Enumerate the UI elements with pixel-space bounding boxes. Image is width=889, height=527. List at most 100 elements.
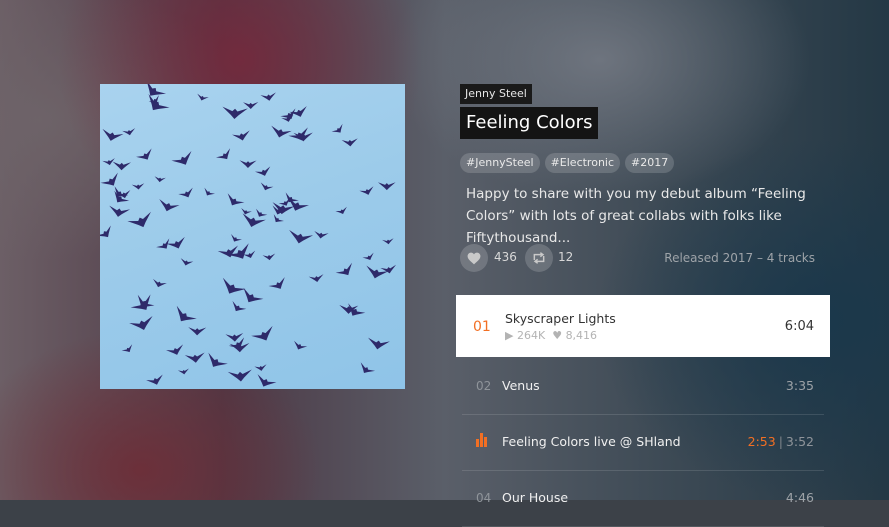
bird-shape [280, 108, 296, 120]
track-number: 02 [476, 379, 492, 393]
bird-shape [127, 211, 151, 228]
bird-shape [225, 332, 244, 342]
tag-list: #JennySteel #Electronic #2017 [460, 153, 675, 173]
bird-shape [184, 352, 205, 363]
bird-shape [362, 252, 374, 261]
bird-shape [268, 277, 285, 289]
bird-shape [217, 245, 238, 258]
plays-count: 264K [516, 329, 546, 342]
track-list: 01 Skyscraper Lights ▶ 264K ♥ 8,416 6:04… [456, 295, 830, 527]
bird-shape [137, 294, 155, 308]
bird-shape [121, 344, 133, 353]
bird-shape [208, 352, 228, 367]
bird-shape [377, 182, 396, 191]
track-duration: 2:53 | 3:52 [748, 434, 814, 449]
track-row[interactable]: Feeling Colors live @ SHland 2:53 | 3:52 [462, 415, 824, 471]
track-duration: 3:35 [785, 378, 814, 393]
track-meta: ▶ 264K ♥ 8,416 [505, 329, 597, 342]
bird-shape [131, 183, 145, 190]
bird-shape [112, 161, 132, 171]
track-duration: 6:04 [784, 319, 814, 334]
bird-shape [222, 106, 248, 119]
bird-shape [262, 253, 276, 261]
bird-shape [100, 172, 118, 186]
bird-shape [156, 238, 170, 249]
bird-shape [122, 128, 136, 136]
track-duration: 4:46 [785, 490, 814, 505]
time-separator: | [778, 434, 783, 449]
album-cover[interactable] [100, 84, 405, 389]
track-row[interactable]: 04 Our House 4:46 [462, 471, 824, 527]
bird-shape [335, 262, 353, 276]
bird-shape [366, 265, 389, 279]
bird-shape [100, 225, 111, 238]
bird-shape [289, 229, 314, 244]
bird-shape [256, 208, 268, 217]
bird-shape [314, 230, 329, 239]
bird-shape [136, 148, 152, 160]
track-row[interactable]: 02 Venus 3:35 [462, 359, 824, 415]
heart-icon [467, 252, 481, 264]
bird-shape [146, 374, 163, 385]
bird-shape [271, 125, 292, 138]
track-row[interactable]: 01 Skyscraper Lights ▶ 264K ♥ 8,416 6:04 [456, 295, 830, 357]
tag[interactable]: #Electronic [544, 153, 621, 173]
likes-count: 436 [494, 250, 517, 264]
track-position: 2:53 [747, 434, 776, 449]
bird-shape [254, 364, 267, 371]
bird-shape [129, 316, 153, 331]
repost-button[interactable] [525, 244, 553, 272]
bird-shape [239, 160, 257, 168]
bird-shape [153, 278, 167, 288]
bird-shape [368, 337, 390, 350]
bird-shape [243, 287, 264, 303]
track-total-duration: 3:52 [785, 434, 814, 449]
bird-shape [146, 84, 167, 96]
bird-shape [254, 166, 271, 176]
bird-shape [294, 340, 308, 350]
artist-label[interactable]: Jenny Steel [460, 84, 532, 104]
play-icon: ▶ [505, 329, 514, 342]
bird-shape [197, 93, 209, 101]
bird-shape [109, 205, 131, 217]
bird-shape [243, 102, 259, 109]
bird-shape [241, 207, 252, 215]
bird-shape [273, 214, 284, 223]
track-title: Feeling Colors live @ SHland [502, 434, 681, 449]
like-button[interactable] [460, 244, 488, 272]
bird-shape [227, 193, 245, 206]
bird-shape [171, 150, 192, 165]
tag[interactable]: #2017 [625, 153, 675, 173]
reposts-count: 12 [558, 250, 574, 264]
bird-shape [231, 234, 242, 242]
bird-shape [154, 176, 166, 183]
bird-shape [341, 138, 358, 147]
bird-shape [166, 344, 184, 355]
bird-shape [204, 187, 216, 196]
bird-shape [159, 199, 180, 212]
bird-shape [260, 182, 274, 191]
tag[interactable]: #JennySteel [460, 153, 540, 173]
track-title: Venus [502, 378, 540, 393]
bird-shape [260, 92, 276, 101]
stats-bar: 436 12 Released 2017 – 4 tracks [460, 244, 820, 272]
bird-shape [360, 362, 376, 374]
bird-shape [222, 277, 246, 294]
bird-shape [176, 305, 197, 322]
track-title: Skyscraper Lights [505, 311, 616, 326]
birds-artwork [100, 84, 397, 387]
bird-shape [178, 187, 193, 198]
bird-shape [166, 236, 185, 249]
bird-shape [227, 369, 252, 382]
bird-shape [148, 93, 170, 111]
bird-shape [188, 327, 207, 336]
album-description: Happy to share with you my debut album “… [466, 186, 806, 246]
track-number: 01 [473, 319, 491, 335]
equalizer-icon [476, 433, 490, 447]
bird-shape [232, 300, 247, 312]
bird-shape [257, 374, 277, 387]
track-title: Our House [502, 490, 569, 505]
bird-shape [382, 238, 394, 245]
heart-icon: ♥ [552, 329, 563, 342]
track-number: 04 [476, 491, 492, 505]
